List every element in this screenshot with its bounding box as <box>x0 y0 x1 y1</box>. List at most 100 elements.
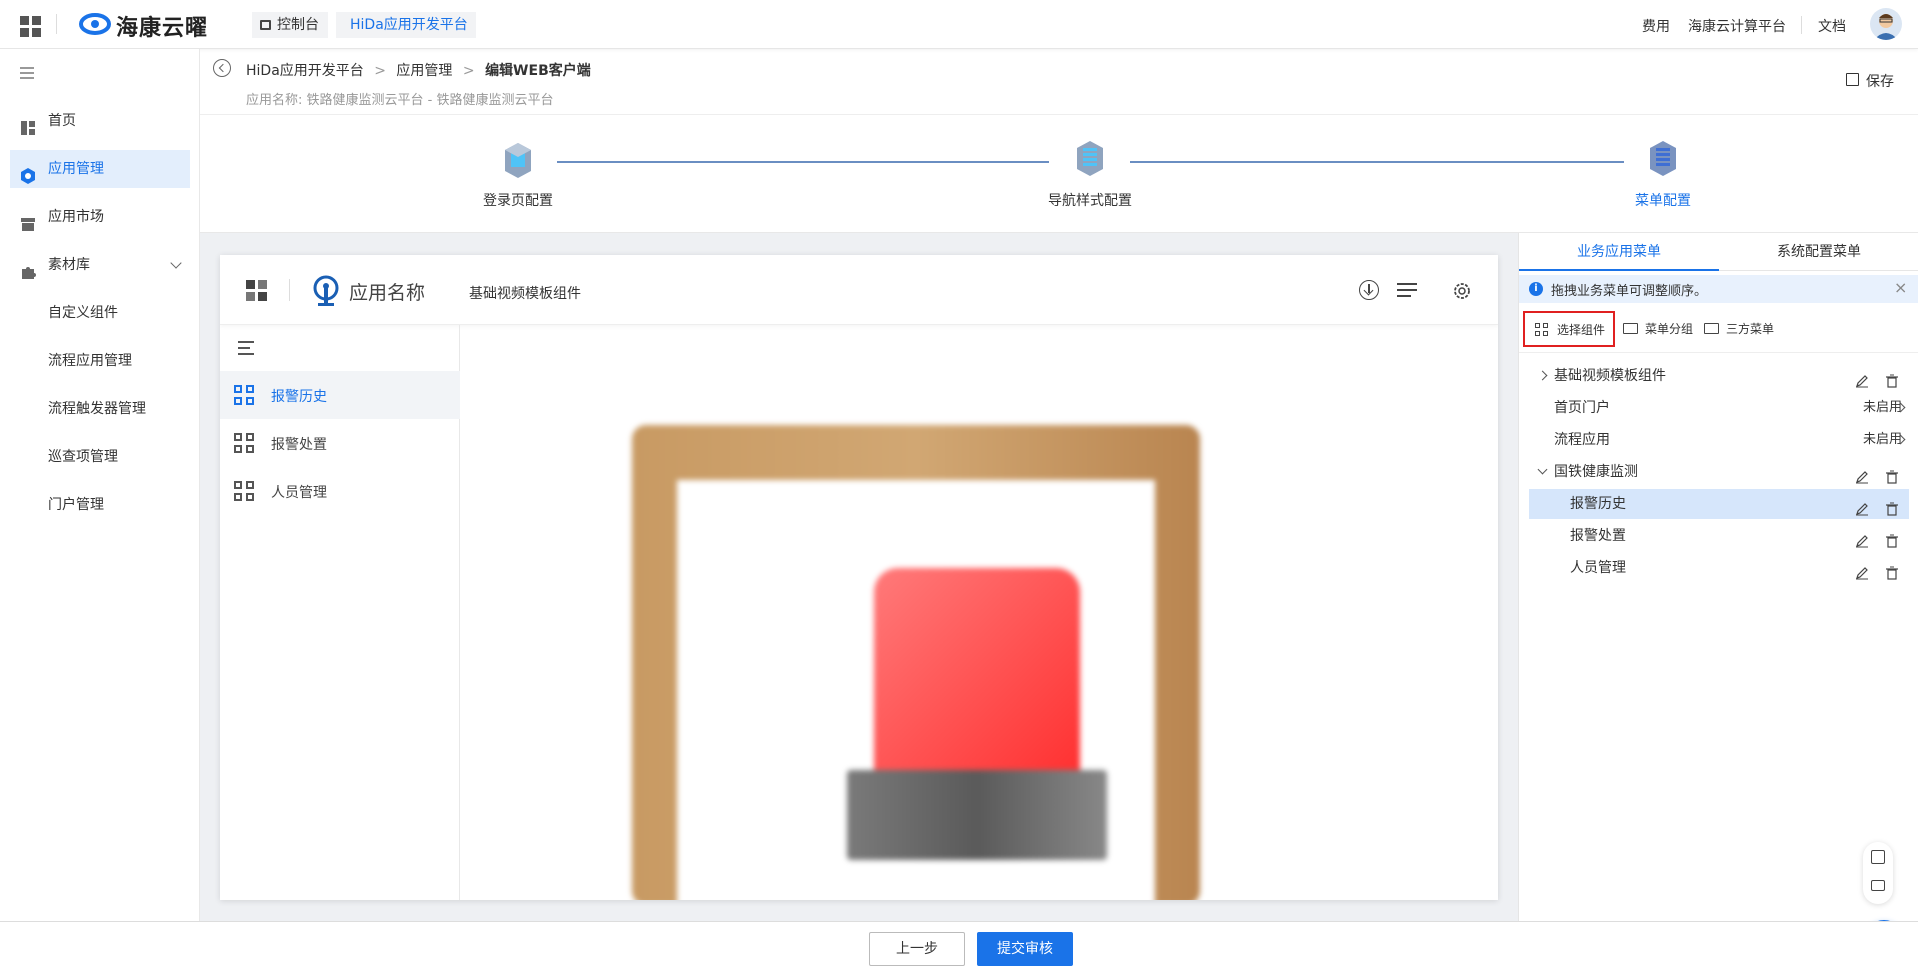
edit-icon[interactable] <box>1855 529 1869 548</box>
delete-icon[interactable] <box>1885 497 1899 516</box>
prev-step-button[interactable]: 上一步 <box>869 932 965 966</box>
crumb-hida[interactable]: HiDa应用开发平台 <box>336 12 476 38</box>
step-nav-icon[interactable] <box>1075 139 1105 177</box>
tree-item-label: 人员管理 <box>1570 560 1626 576</box>
app-grid-icon <box>234 433 254 453</box>
tab-business-menu[interactable]: 业务应用菜单 <box>1519 233 1719 271</box>
app-grid-icon <box>1535 323 1548 336</box>
tree-item-label: 首页门户 <box>1554 400 1610 416</box>
breadcrumb-item-app-mgmt[interactable]: 应用管理 <box>396 63 452 79</box>
app-preview: 应用名称 基础视频模板组件 报警历史 报警处置 人员管理 <box>220 255 1498 900</box>
save-icon <box>1846 73 1859 86</box>
menu-item-label: 人员管理 <box>271 485 327 501</box>
app-grid-icon <box>234 481 254 501</box>
sidebar-sub-custom-components[interactable]: 自定义组件 <box>48 303 118 323</box>
edit-icon[interactable] <box>1855 561 1869 580</box>
edit-note-icon[interactable] <box>1871 850 1885 864</box>
menu-config-panel: 业务应用菜单 系统配置菜单 i 拖拽业务菜单可调整顺序。 × 选择组件 菜单分组… <box>1518 233 1918 960</box>
sidebar-item-app-market[interactable]: 应用市场 <box>10 198 190 236</box>
folder-icon <box>1704 323 1719 334</box>
preview-menu: 报警历史 报警处置 人员管理 <box>220 325 460 900</box>
gear-hex-icon <box>20 161 36 184</box>
preview-app-title: 应用名称 <box>349 282 426 304</box>
breadcrumb-separator: > <box>374 63 386 79</box>
tree-item-label: 基础视频模板组件 <box>1554 368 1666 384</box>
save-label: 保存 <box>1866 74 1894 90</box>
list-icon[interactable] <box>1397 283 1417 301</box>
preview-menu-item-alarm-handling[interactable]: 报警处置 <box>220 419 460 467</box>
step-menu-label[interactable]: 菜单配置 <box>1603 190 1723 210</box>
sidebar-item-label: 首页 <box>48 113 76 129</box>
brand-logo-icon <box>79 12 111 36</box>
menu-toggle-icon[interactable] <box>238 341 254 355</box>
download-icon[interactable] <box>1359 280 1379 300</box>
tab-system-menu[interactable]: 系统配置菜单 <box>1719 233 1918 271</box>
step-connector <box>1130 161 1624 163</box>
delete-icon[interactable] <box>1885 369 1899 388</box>
brand-name: 海康云曜 <box>116 16 209 41</box>
footer-bar: 上一步 提交审核 <box>0 921 1918 976</box>
chevron-right-icon[interactable] <box>1537 370 1548 381</box>
tree-item-label: 报警历史 <box>1570 496 1626 512</box>
breadcrumb-item-hida[interactable]: HiDa应用开发平台 <box>246 63 364 79</box>
edit-icon[interactable] <box>1855 465 1869 484</box>
tree-item-alarm-history[interactable]: 报警历史 <box>1529 489 1909 519</box>
divider <box>1519 352 1918 353</box>
panel-tabs: 业务应用菜单 系统配置菜单 <box>1519 233 1918 271</box>
sidebar-item-label: 应用市场 <box>48 209 104 225</box>
link-docs[interactable]: 文档 <box>1818 16 1846 36</box>
tree-item-home-portal[interactable]: 首页门户 未启用 <box>1529 393 1909 423</box>
preview-menu-item-alarm-history[interactable]: 报警历史 <box>220 371 460 419</box>
railway-logo-icon <box>311 275 341 307</box>
sidebar-item-home[interactable]: 首页 <box>10 102 190 140</box>
edit-icon[interactable] <box>1855 497 1869 516</box>
link-cloud-platform[interactable]: 海康云计算平台 <box>1688 16 1786 36</box>
crumb-label: 控制台 <box>277 17 319 33</box>
submit-review-button[interactable]: 提交审核 <box>977 932 1073 966</box>
sidebar-sub-patrol-items[interactable]: 巡查项管理 <box>48 447 118 467</box>
feedback-icon[interactable] <box>1871 880 1885 891</box>
floating-tools <box>1863 842 1893 904</box>
info-icon: i <box>1529 282 1543 296</box>
preview-grid-icon <box>246 280 267 301</box>
sidebar-item-materials[interactable]: 素材库 <box>10 246 190 284</box>
tree-item-label: 国铁健康监测 <box>1554 464 1638 480</box>
sidebar-sub-flow-apps[interactable]: 流程应用管理 <box>48 351 132 371</box>
step-menu-icon[interactable] <box>1648 139 1678 177</box>
chevron-down-icon[interactable] <box>1537 464 1548 475</box>
tree-item-flow-apps[interactable]: 流程应用 未启用 <box>1529 425 1909 455</box>
tree-item-video-template[interactable]: 基础视频模板组件 <box>1529 361 1909 391</box>
step-connector <box>557 161 1049 163</box>
breadcrumb-separator: > <box>462 63 475 79</box>
tree-item-railway-health[interactable]: 国铁健康监测 <box>1529 457 1909 487</box>
step-login-icon[interactable] <box>503 141 533 179</box>
back-button[interactable] <box>213 59 231 77</box>
tree-item-alarm-handling[interactable]: 报警处置 <box>1529 521 1909 551</box>
tree-item-personnel[interactable]: 人员管理 <box>1529 553 1909 583</box>
divider <box>289 279 290 301</box>
console-icon <box>260 20 271 30</box>
edit-icon[interactable] <box>1855 369 1869 388</box>
delete-icon[interactable] <box>1885 529 1899 548</box>
preview-menu-item-personnel[interactable]: 人员管理 <box>220 467 460 515</box>
app-grid-icon[interactable] <box>20 16 41 37</box>
tree-item-label: 报警处置 <box>1570 528 1626 544</box>
breadcrumb-current: 编辑WEB客户端 <box>485 63 591 79</box>
collapse-menu-icon[interactable] <box>20 67 34 79</box>
toolbar-label: 三方菜单 <box>1726 322 1775 336</box>
step-nav-label[interactable]: 导航样式配置 <box>1030 190 1150 210</box>
crumb-console[interactable]: 控制台 <box>252 12 328 38</box>
delete-icon[interactable] <box>1885 465 1899 484</box>
step-login-label[interactable]: 登录页配置 <box>458 190 578 210</box>
close-icon[interactable]: × <box>1894 279 1907 297</box>
preview-component-name: 基础视频模板组件 <box>469 286 581 302</box>
sidebar-item-app-management[interactable]: 应用管理 <box>10 150 190 188</box>
sidebar-sub-flow-triggers[interactable]: 流程触发器管理 <box>48 399 146 419</box>
avatar[interactable] <box>1870 8 1902 40</box>
delete-icon[interactable] <box>1885 561 1899 580</box>
select-component-button[interactable]: 选择组件 <box>1523 311 1615 347</box>
link-fees[interactable]: 费用 <box>1642 16 1670 36</box>
sidebar-sub-portal[interactable]: 门户管理 <box>48 495 104 515</box>
settings-gear-icon[interactable] <box>1451 280 1473 302</box>
breadcrumb: HiDa应用开发平台 > 应用管理 > 编辑WEB客户端 <box>246 60 591 80</box>
